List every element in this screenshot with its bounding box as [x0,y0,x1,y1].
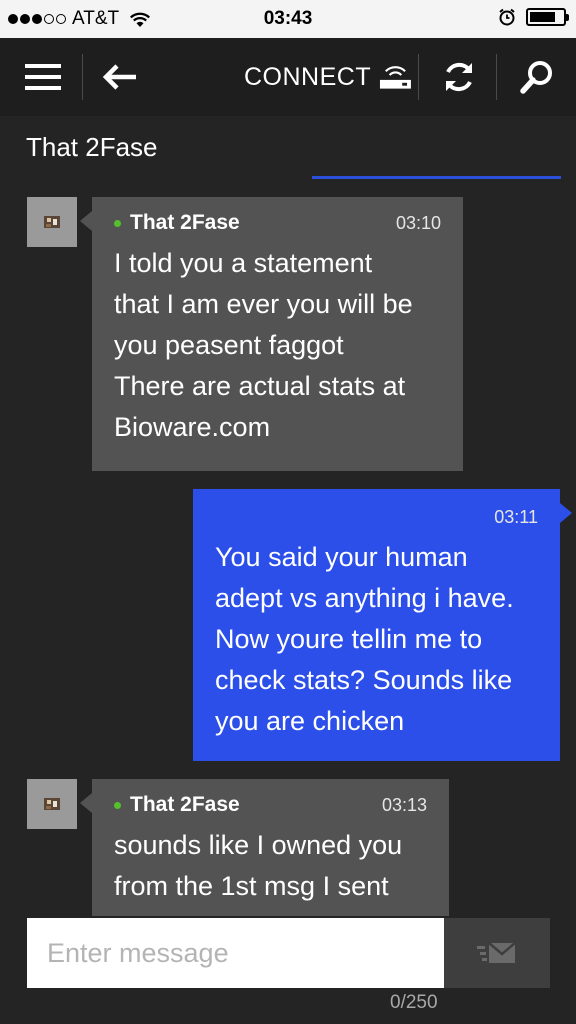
message-text: I told you a statement that I am ever yo… [114,248,413,442]
message-text: sounds like I owned you from the 1st msg… [114,830,403,901]
toolbar-divider [82,54,83,100]
refresh-button[interactable] [426,38,492,116]
character-counter: 0/250 [390,992,438,1013]
app-toolbar: CONNECT [0,38,576,116]
avatar-icon [44,798,60,810]
online-status-dot [114,801,121,809]
conversation-header: That 2Fase [0,116,576,190]
status-time: 03:43 [263,8,313,29]
menu-button[interactable] [14,38,72,116]
message-input[interactable] [27,918,444,988]
message-composer: 0/250 [0,916,576,1024]
console-wifi-icon [380,66,412,89]
hamburger-menu-icon [25,64,61,90]
message-text: You said your human adept vs anything i … [215,542,514,736]
status-bar: AT&T 03:43 [0,0,576,38]
message-bubble-incoming[interactable]: That 2Fase 03:10 I told you a statement … [80,197,463,471]
back-button[interactable] [90,38,150,116]
message-bubble-incoming[interactable]: That 2Fase 03:13 sounds like I owned you… [80,779,449,916]
send-mail-icon [477,942,516,963]
search-icon [520,61,552,94]
message-timestamp: 03:11 [494,506,538,527]
search-button[interactable] [504,38,570,116]
message-timestamp: 03:13 [381,794,427,815]
conversation-title: That 2Fase [26,132,158,162]
alarm-clock-icon [499,8,515,26]
back-arrow-icon [102,64,136,90]
message-timestamp: 03:10 [395,212,441,233]
avatar[interactable] [27,779,77,829]
battery-icon [526,8,569,26]
title-underline [312,176,561,179]
toolbar-divider [418,54,419,100]
send-button[interactable] [444,918,550,988]
connect-label: CONNECT [244,62,372,91]
avatar-icon [44,216,60,228]
connect-button[interactable]: CONNECT [244,38,412,116]
message-sender: That 2Fase [130,793,240,816]
toolbar-divider [496,54,497,100]
avatar[interactable] [27,197,77,247]
message-list[interactable]: That 2Fase 03:10 I told you a statement … [0,190,576,916]
online-status-dot [114,219,121,227]
message-bubble-outgoing[interactable]: 03:11 You said your human adept vs anyth… [193,489,572,761]
message-sender: That 2Fase [130,211,240,234]
refresh-icon [446,62,472,92]
